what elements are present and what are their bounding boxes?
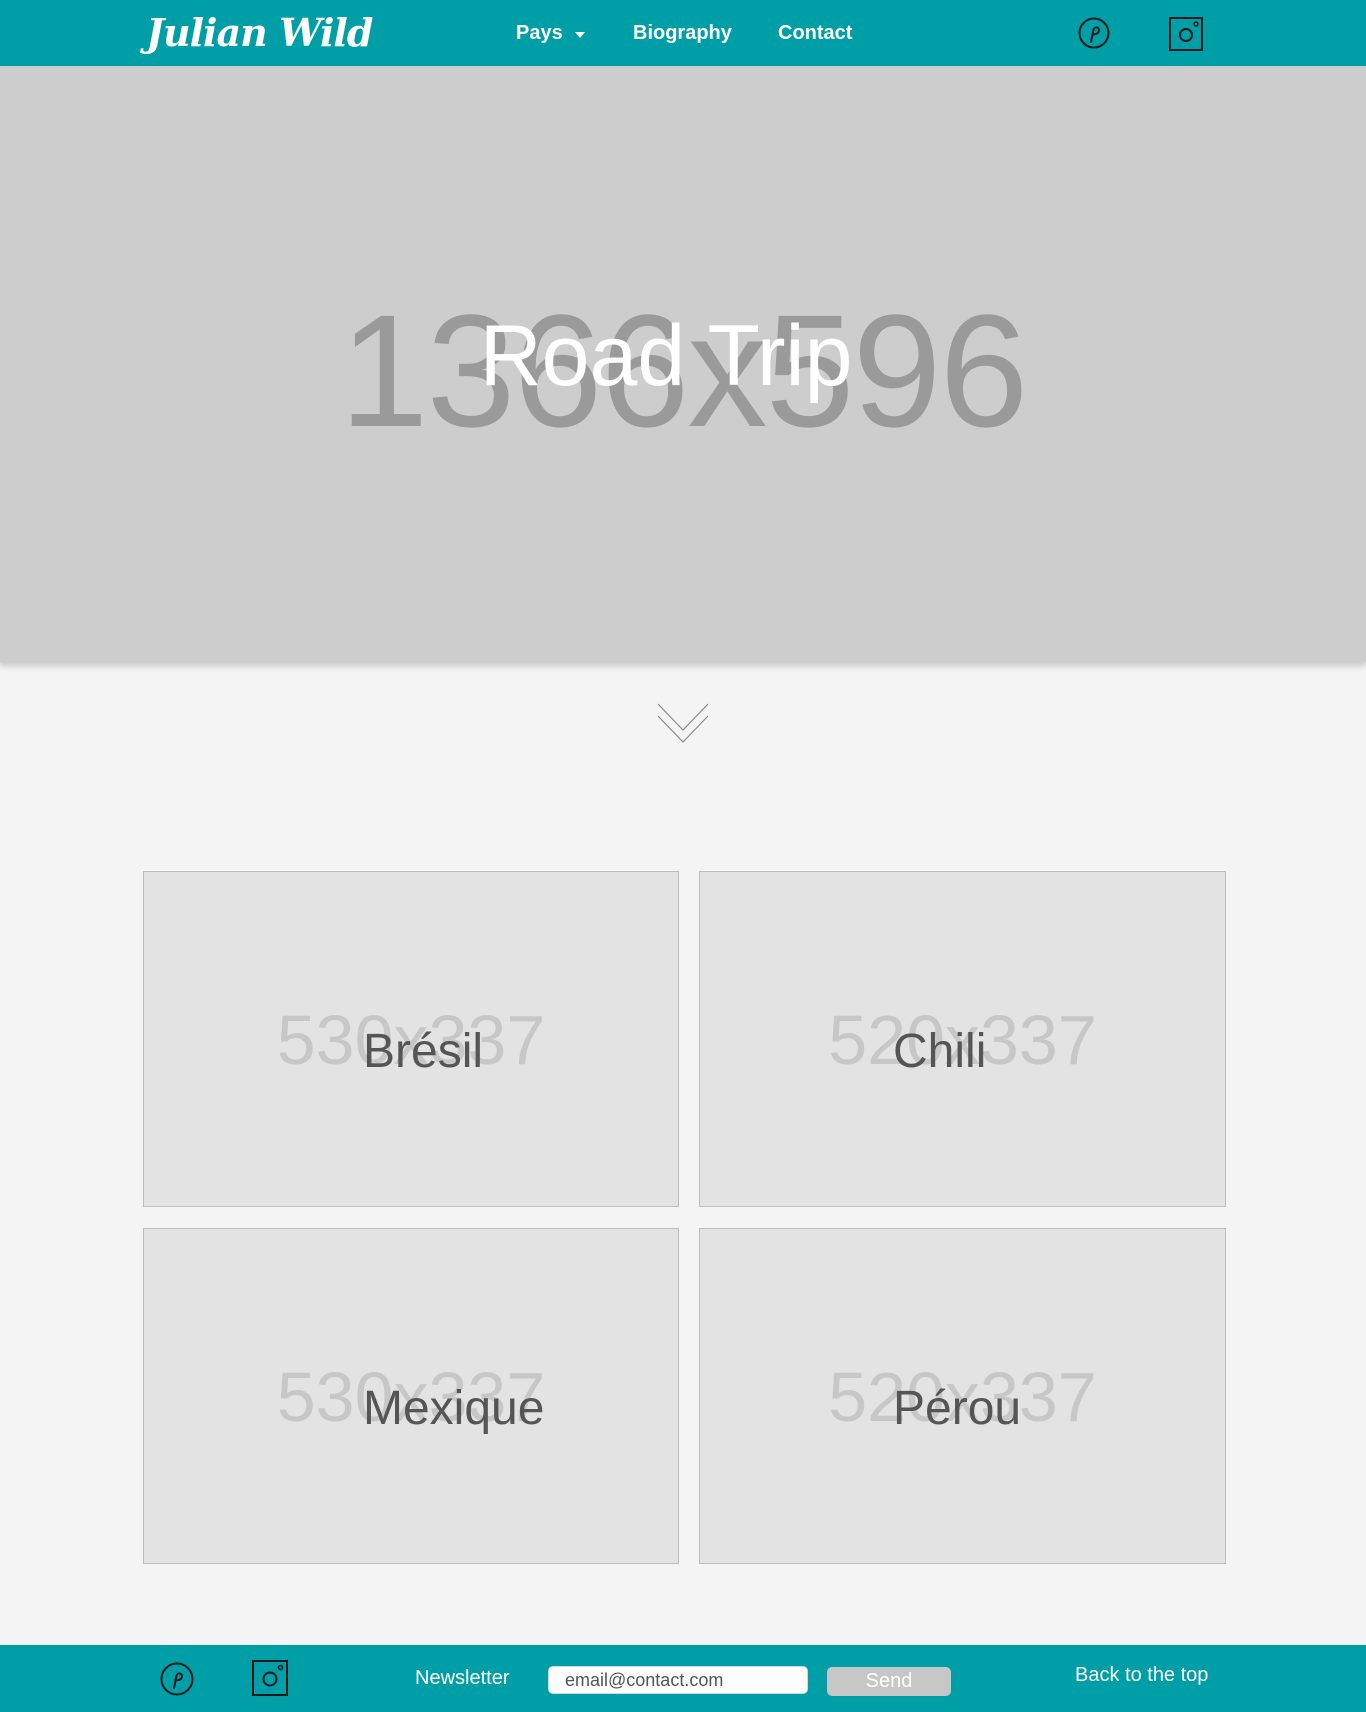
nav-item-biography[interactable]: Biography (633, 0, 732, 66)
country-card-mexique[interactable]: 530x337 Mexique (143, 1228, 679, 1564)
nav-item-contact[interactable]: Contact (778, 0, 852, 66)
nav-item-pays[interactable]: Pays (516, 0, 585, 66)
back-to-top-link[interactable]: Back to the top (1075, 1664, 1208, 1687)
country-card-chili[interactable]: 520x337 Chili (699, 871, 1226, 1207)
hero-banner: 1366x596 Road Trip (0, 66, 1366, 662)
instagram-icon[interactable] (1169, 17, 1203, 51)
newsletter-email-input[interactable] (548, 1666, 808, 1694)
hero-title: Road Trip (479, 308, 853, 404)
card-title: Pérou (893, 1382, 1022, 1435)
card-title: Chili (893, 1025, 987, 1078)
country-card-bresil[interactable]: 530x337 Brésil (143, 871, 679, 1207)
country-card-perou[interactable]: 520x337 Pérou (699, 1228, 1226, 1564)
site-header: Julian Wild Pays Biography Contact (0, 0, 1366, 66)
chevron-down-icon[interactable] (656, 702, 710, 744)
pinterest-icon[interactable] (160, 1662, 194, 1696)
newsletter-label: Newsletter (415, 1667, 510, 1689)
site-footer: Newsletter Send Back to the top (0, 1645, 1366, 1712)
pinterest-icon[interactable] (1078, 17, 1110, 49)
instagram-icon[interactable] (252, 1660, 288, 1696)
caret-down-icon (574, 32, 585, 38)
card-title: Mexique (363, 1382, 545, 1435)
nav-item-label: Pays (516, 21, 563, 44)
send-button[interactable]: Send (827, 1667, 951, 1696)
site-logo[interactable]: Julian Wild (146, 6, 373, 60)
card-title: Brésil (363, 1025, 484, 1078)
